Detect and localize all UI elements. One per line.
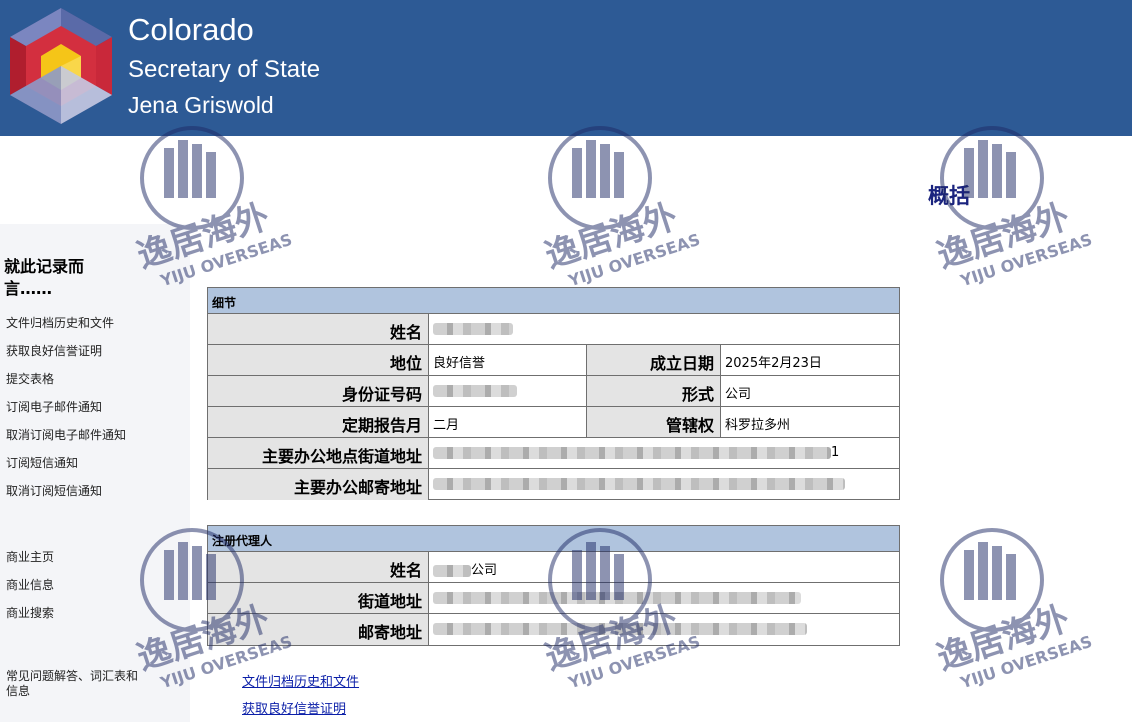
registered-agent-table: 注册代理人 姓名 公司 街道地址 邮寄地址 — [207, 525, 900, 646]
agent-street-label: 街道地址 — [208, 583, 429, 613]
sidebar-link-business-home[interactable]: 商业主页 — [6, 548, 54, 565]
name-value — [429, 314, 899, 344]
table-row: 地位 良好信誉 成立日期 2025年2月23日 — [208, 345, 899, 376]
svg-text:YIJU OVERSEAS: YIJU OVERSEAS — [565, 230, 702, 291]
sidebar-link-sms-subscribe[interactable]: 订阅短信通知 — [6, 454, 78, 471]
colorado-sos-logo[interactable] — [6, 6, 116, 126]
formation-date-label: 成立日期 — [586, 345, 721, 375]
sidebar-link-filing-history[interactable]: 文件归档历史和文件 — [6, 314, 114, 331]
agent-name-suffix: 公司 — [471, 563, 498, 578]
svg-text:逸居海外: 逸居海外 — [932, 598, 1074, 678]
details-table: 细节 姓名 地位 良好信誉 成立日期 2025年2月23日 身份证号码 形式 公… — [207, 287, 900, 500]
redacted-id — [433, 384, 517, 397]
link-filing-history[interactable]: 文件归档历史和文件 — [242, 671, 359, 690]
jurisdiction-label: 管辖权 — [586, 407, 721, 437]
sidebar-link-email-subscribe[interactable]: 订阅电子邮件通知 — [6, 398, 102, 415]
redacted-street-address — [433, 446, 831, 459]
agent-street-value — [429, 583, 899, 613]
header-official-name: Jena Griswold — [128, 92, 274, 118]
details-section-title: 细节 — [208, 288, 899, 314]
id-number-label: 身份证号码 — [208, 376, 429, 406]
table-row: 姓名 公司 — [208, 552, 899, 583]
watermark-logo: 逸居海外 YIJU OVERSEAS — [932, 126, 1094, 291]
sidebar-link-sms-unsubscribe[interactable]: 取消订阅短信通知 — [6, 482, 102, 499]
table-row: 主要办公邮寄地址 — [208, 469, 899, 500]
sidebar-link-file-form[interactable]: 提交表格 — [6, 370, 54, 387]
principal-mailing-value — [429, 469, 899, 500]
principal-street-label: 主要办公地点街道地址 — [208, 438, 429, 468]
redacted-agent-mailing — [433, 622, 807, 635]
periodic-report-month-label: 定期报告月 — [208, 407, 429, 437]
principal-street-suffix: 1 — [831, 445, 840, 460]
table-row: 邮寄地址 — [208, 614, 899, 645]
svg-text:YIJU OVERSEAS: YIJU OVERSEAS — [957, 230, 1094, 291]
header-subtitle: Secretary of State — [128, 56, 321, 83]
sidebar-link-business-search[interactable]: 商业搜索 — [6, 604, 54, 621]
sidebar-link-business-info[interactable]: 商业信息 — [6, 576, 54, 593]
sidebar-link-email-unsubscribe[interactable]: 取消订阅电子邮件通知 — [6, 426, 126, 443]
agent-name-label: 姓名 — [208, 552, 429, 582]
table-row: 身份证号码 形式 公司 — [208, 376, 899, 407]
header-title: Colorado — [128, 12, 254, 47]
agent-section-title: 注册代理人 — [208, 526, 899, 552]
watermark-logo: 逸居海外 YIJU OVERSEAS — [932, 528, 1094, 693]
form-value: 公司 — [725, 387, 752, 402]
table-row: 主要办公地点街道地址 1 — [208, 438, 899, 469]
agent-mailing-label: 邮寄地址 — [208, 614, 429, 645]
redacted-mailing-address — [433, 477, 845, 490]
agent-mailing-value — [429, 614, 899, 645]
table-row: 姓名 — [208, 314, 899, 345]
svg-text:YIJU OVERSEAS: YIJU OVERSEAS — [957, 632, 1094, 693]
form-label: 形式 — [586, 376, 721, 406]
status-value: 良好信誉 — [433, 356, 486, 371]
agent-name-value: 公司 — [429, 552, 899, 582]
status-label: 地位 — [208, 345, 429, 375]
formation-date-value: 2025年2月23日 — [725, 356, 822, 371]
svg-text:逸居海外: 逸居海外 — [540, 196, 682, 276]
table-row: 定期报告月 二月 管辖权 科罗拉多州 — [208, 407, 899, 438]
sidebar-heading: 就此记录而言…… — [4, 257, 85, 298]
link-good-standing[interactable]: 获取良好信誉证明 — [242, 698, 346, 717]
jurisdiction-value: 科罗拉多州 — [725, 418, 791, 433]
principal-street-value: 1 — [429, 438, 899, 468]
principal-mailing-label: 主要办公邮寄地址 — [208, 469, 429, 500]
redacted-agent-street — [433, 591, 801, 604]
sidebar-link-faq[interactable]: 常见问题解答、词汇表和信息 — [6, 669, 146, 699]
summary-title: 概括 — [928, 184, 970, 208]
redacted-agent-name — [433, 564, 471, 577]
table-row: 街道地址 — [208, 583, 899, 614]
periodic-report-month-value: 二月 — [433, 418, 460, 433]
site-header: Colorado Secretary of State Jena Griswol… — [0, 0, 1132, 136]
redacted-name — [433, 322, 513, 335]
name-label: 姓名 — [208, 314, 429, 344]
sidebar-link-good-standing[interactable]: 获取良好信誉证明 — [6, 342, 102, 359]
id-number-value — [429, 376, 586, 406]
